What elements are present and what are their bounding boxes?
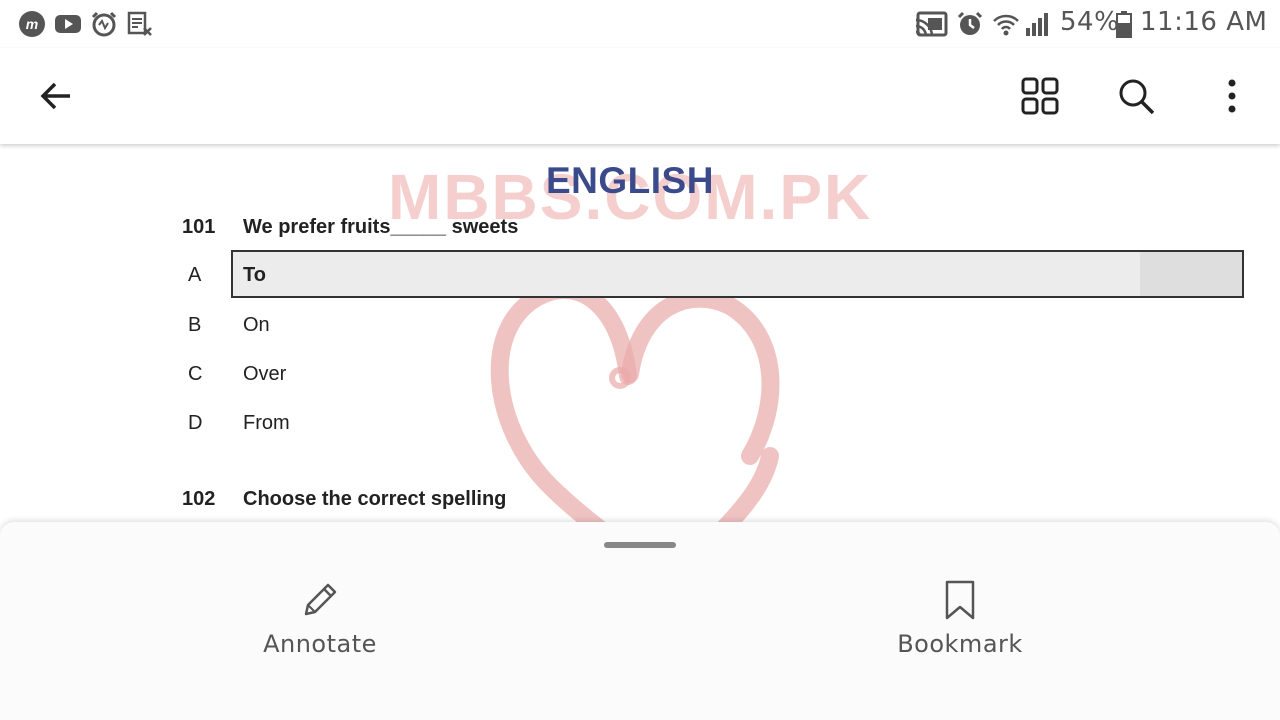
bookmark-button[interactable]: Bookmark <box>860 578 1060 668</box>
option-letter-a: A <box>188 264 202 286</box>
bookmark-label: Bookmark <box>897 630 1023 658</box>
grid-view-icon <box>1021 77 1059 115</box>
question-text: We prefer fruits_____ sweets <box>243 216 519 238</box>
search-button[interactable] <box>1112 72 1160 120</box>
bookmark-icon <box>945 580 975 620</box>
question-number: 101 <box>182 216 216 238</box>
question-number: 102 <box>182 488 216 510</box>
battery-percent: 54% <box>1060 7 1120 37</box>
alarm-icon <box>956 10 984 38</box>
option-letter-d: D <box>188 412 203 434</box>
annotate-button[interactable]: Annotate <box>220 578 420 668</box>
more-options-button[interactable] <box>1208 72 1256 120</box>
cast-icon <box>914 10 948 38</box>
bottom-sheet: Annotate Bookmark <box>0 522 1280 720</box>
wifi-icon <box>992 10 1020 38</box>
youtube-icon <box>54 10 82 38</box>
document-page[interactable]: MBBS.COM.PK ENGLISH 101 We prefer fruits… <box>0 146 1280 526</box>
selected-option-highlight[interactable] <box>231 250 1244 298</box>
alarm-app-icon <box>90 10 118 38</box>
search-icon <box>1119 79 1155 115</box>
clock: 11:16 AM <box>1140 7 1268 37</box>
annotate-label: Annotate <box>263 630 377 658</box>
option-text-a[interactable]: To <box>243 264 266 287</box>
pencil-icon <box>304 583 337 616</box>
option-text-d[interactable]: From <box>243 412 290 435</box>
back-button[interactable] <box>32 72 80 120</box>
signal-icon <box>1024 10 1052 38</box>
status-bar: m 54% 11:16 AM <box>0 0 1280 48</box>
option-text-b[interactable]: On <box>243 314 270 337</box>
question-text: Choose the correct spelling <box>243 488 507 510</box>
option-text-c[interactable]: Over <box>243 363 286 386</box>
more-vertical-icon <box>1228 79 1236 113</box>
note-icon <box>126 10 154 38</box>
grid-view-button[interactable] <box>1016 72 1064 120</box>
battery-icon <box>1116 10 1132 38</box>
arrow-left-icon <box>40 82 70 110</box>
sheet-drag-handle[interactable] <box>604 542 676 548</box>
option-letter-c: C <box>188 363 203 385</box>
option-letter-b: B <box>188 314 202 336</box>
mi-app-icon: m <box>18 10 46 38</box>
svg-text:m: m <box>26 16 38 32</box>
app-toolbar <box>0 48 1280 144</box>
subject-title: ENGLISH <box>546 160 714 201</box>
